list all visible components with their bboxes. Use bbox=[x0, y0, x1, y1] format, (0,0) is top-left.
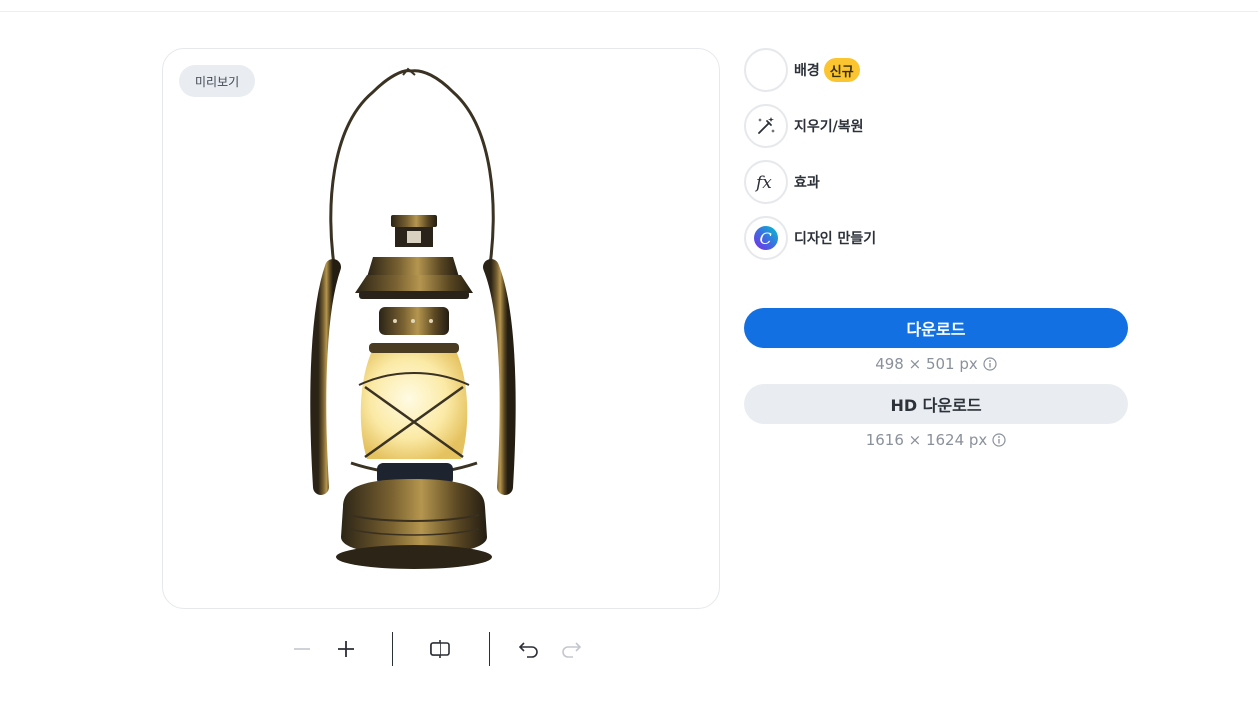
toolbar-divider bbox=[489, 632, 490, 666]
undo-button[interactable] bbox=[511, 630, 547, 668]
preview-badge: 미리보기 bbox=[179, 65, 256, 97]
info-icon[interactable] bbox=[992, 433, 1006, 447]
lantern-image bbox=[310, 67, 516, 569]
tool-erase-restore[interactable]: 지우기/복원 bbox=[744, 104, 864, 148]
preview-panel: 미리보기 bbox=[162, 48, 720, 609]
tool-create-design[interactable]: C 디자인 만들기 bbox=[744, 216, 876, 260]
svg-text:C: C bbox=[760, 229, 772, 248]
hd-download-size: 1616 × 1624 px bbox=[744, 429, 1128, 451]
tool-effects-label: 효과 bbox=[794, 175, 820, 191]
toolbar-divider bbox=[392, 632, 393, 666]
svg-text:fx: fx bbox=[754, 173, 772, 193]
top-divider bbox=[0, 11, 1258, 12]
new-badge: 신규 bbox=[823, 58, 860, 82]
info-icon[interactable] bbox=[983, 357, 997, 371]
fx-icon: fx bbox=[754, 173, 772, 193]
canva-logo-icon: C bbox=[754, 226, 778, 250]
download-size: 498 × 501 px bbox=[744, 353, 1128, 375]
plus-icon bbox=[338, 641, 354, 657]
compare-button[interactable] bbox=[422, 630, 458, 668]
tool-background[interactable]: 배경 신규 bbox=[744, 48, 860, 92]
hd-download-button[interactable]: HD 다운로드 bbox=[744, 384, 1128, 424]
tool-create-design-circle: C bbox=[744, 216, 788, 260]
tool-create-design-label: 디자인 만들기 bbox=[794, 231, 877, 247]
hd-download-size-text: 1616 × 1624 px bbox=[865, 431, 988, 449]
preview-toolbar bbox=[284, 630, 594, 668]
zoom-out-button[interactable] bbox=[284, 630, 320, 668]
background-swatch-icon bbox=[744, 48, 788, 92]
magic-brush-icon bbox=[758, 117, 775, 134]
tool-erase-restore-circle bbox=[744, 104, 788, 148]
compare-icon bbox=[430, 640, 450, 658]
zoom-in-button[interactable] bbox=[328, 630, 364, 668]
redo-button[interactable] bbox=[553, 630, 589, 668]
minus-icon bbox=[294, 648, 310, 650]
tool-effects-circle: fx bbox=[744, 160, 788, 204]
undo-icon bbox=[518, 642, 538, 658]
tool-background-label: 배경 bbox=[794, 63, 820, 79]
download-button[interactable]: 다운로드 bbox=[744, 308, 1128, 348]
tool-effects[interactable]: fx 효과 bbox=[744, 160, 820, 204]
redo-icon bbox=[562, 642, 582, 658]
tool-erase-restore-label: 지우기/복원 bbox=[794, 119, 864, 135]
download-size-text: 498 × 501 px bbox=[875, 355, 978, 373]
